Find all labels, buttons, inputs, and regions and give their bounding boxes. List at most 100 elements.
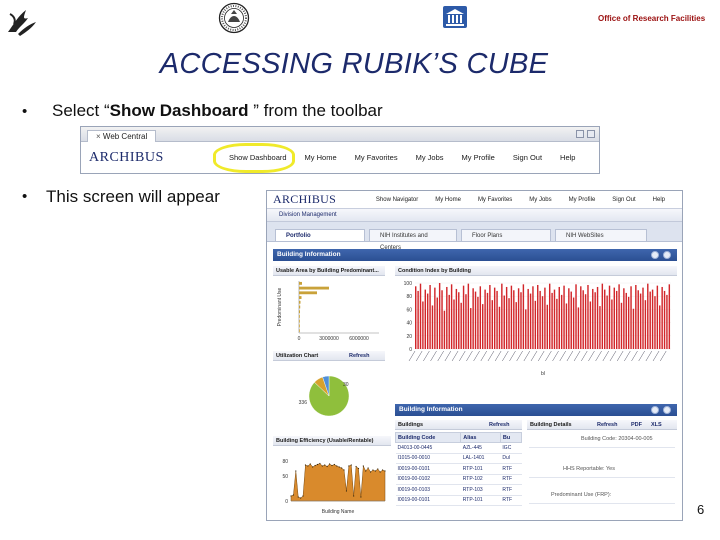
bar-condition-index <box>532 286 534 349</box>
collapse-icon[interactable] <box>663 406 671 414</box>
y-tick-label: 0 <box>285 499 288 505</box>
utilization-chart-title: Utilization Chart <box>276 353 319 359</box>
bullet-marker: • <box>22 103 28 120</box>
utilization-pie-svg: 336 30 <box>299 375 350 417</box>
bar-condition-index <box>479 286 482 349</box>
efficiency-point <box>348 465 350 467</box>
cell-alias: RTP-103 <box>460 484 501 496</box>
cell-building-code[interactable]: I1015-00-0010 <box>395 453 461 464</box>
efficiency-point <box>381 469 384 471</box>
dashboard-brand: ARCHIBUS <box>273 192 337 206</box>
close-icon[interactable] <box>587 130 595 138</box>
toolbar-my-jobs[interactable]: My Jobs <box>416 153 444 162</box>
bar-condition-index <box>654 296 656 349</box>
bar-usable-area <box>299 324 300 328</box>
toolbar-help[interactable]: Help <box>560 153 575 162</box>
x-tick-mark <box>616 350 624 362</box>
efficiency-point <box>341 467 343 469</box>
cell-building-code[interactable]: I0019-00-0101 <box>395 463 461 475</box>
bar-condition-index <box>481 304 484 349</box>
help-icon[interactable] <box>651 406 659 414</box>
bar-condition-index <box>649 291 651 349</box>
efficiency-point <box>304 464 307 466</box>
dashboard-tabs: Portfolio NIH Institutes and Centers Flo… <box>267 222 682 251</box>
col-bu[interactable]: Bu <box>499 432 523 443</box>
dashboard-my-home[interactable]: My Home <box>435 197 461 203</box>
table-row[interactable]: I0019-00-0101 RTP-101 RTF <box>395 495 522 506</box>
bar-condition-index <box>458 292 460 349</box>
efficiency-point <box>384 470 386 472</box>
toolbar-sign-out[interactable]: Sign Out <box>513 153 542 162</box>
bar-condition-index <box>436 297 438 349</box>
efficiency-point <box>307 465 309 467</box>
collapse-icon[interactable] <box>663 251 671 259</box>
bar-usable-area <box>299 315 300 318</box>
dashboard-my-favorites[interactable]: My Favorites <box>478 197 512 203</box>
toolbar-my-home[interactable]: My Home <box>305 153 337 162</box>
bar-condition-index <box>618 284 620 349</box>
table-row[interactable]: I0019-00-0101 RTP-101 RTF <box>395 463 522 475</box>
office-of-research-facilities-logo: Office of Research Facilities <box>594 6 705 30</box>
bar-condition-index <box>544 287 546 349</box>
bar-condition-index <box>630 286 632 349</box>
bar-usable-area <box>299 291 317 295</box>
bar-condition-index <box>551 292 553 349</box>
browser-tab-close-icon[interactable]: × <box>96 132 101 141</box>
tab-nih-websites[interactable]: NIH WebSites <box>555 229 647 241</box>
table-row[interactable]: I1015-00-0010 LAL-1401 Dul <box>395 453 522 464</box>
hhs-eagle-logo <box>4 6 40 38</box>
buildings-refresh-link[interactable]: Refresh <box>489 422 509 428</box>
bar-condition-index <box>599 306 601 349</box>
browser-tab[interactable]: × Web Central <box>87 129 157 142</box>
bar-condition-index <box>666 294 668 349</box>
cell-building-code[interactable]: I0019-00-0102 <box>395 474 461 485</box>
detail-hhs-value: Yes <box>606 466 615 472</box>
show-dashboard-highlight-ring <box>213 143 295 173</box>
bar-condition-index <box>620 302 623 349</box>
y-tick-label: 80 <box>406 294 412 300</box>
bar-condition-index <box>568 288 570 349</box>
bar-condition-index <box>577 307 580 349</box>
buildings-list-title: Buildings <box>398 422 424 428</box>
dashboard-show-navigator[interactable]: Show Navigator <box>376 197 418 203</box>
minimize-icon[interactable] <box>576 130 584 138</box>
bar-condition-index <box>659 305 661 349</box>
help-icon[interactable] <box>651 251 659 259</box>
dashboard-my-jobs[interactable]: My Jobs <box>529 197 551 203</box>
division-management-tab[interactable]: Division Management <box>275 210 341 221</box>
y-axis-label: Predominant Use <box>277 287 283 326</box>
table-row[interactable]: I0019-00-0102 RTP-102 RTF <box>395 474 522 485</box>
tab-nih-institutes[interactable]: NIH Institutes and Centers <box>369 229 457 251</box>
cell-building-code[interactable]: I0019-00-0103 <box>395 484 461 496</box>
utilization-refresh-link[interactable]: Refresh <box>349 353 369 359</box>
detail-hhs-reportable: HHS Reportable: Yes <box>563 466 615 472</box>
bar-condition-index <box>498 306 501 349</box>
details-pdf-link[interactable]: PDF <box>631 422 642 428</box>
tab-floor-plans[interactable]: Floor Plans <box>461 229 551 241</box>
bar-condition-index <box>484 289 486 349</box>
dashboard-help[interactable]: Help <box>653 197 665 203</box>
col-building-code[interactable]: Building Code <box>394 432 462 443</box>
table-row[interactable]: D4013-00-0445 AZL-445 IGC <box>395 442 522 454</box>
details-xls-link[interactable]: XLS <box>651 422 662 428</box>
dashboard-sign-out[interactable]: Sign Out <box>612 197 635 203</box>
details-refresh-link[interactable]: Refresh <box>597 422 617 428</box>
x-tick-mark <box>487 350 495 362</box>
efficiency-point <box>357 467 360 470</box>
cell-building-code[interactable]: I0019-00-0101 <box>395 495 461 506</box>
toolbar-my-profile[interactable]: My Profile <box>462 153 495 162</box>
bar-condition-index <box>486 292 489 349</box>
dashboard-my-profile[interactable]: My Profile <box>569 197 596 203</box>
bullet-screen-will-appear: This screen will appear <box>46 187 220 206</box>
bar-condition-index <box>529 293 532 349</box>
tab-portfolio[interactable]: Portfolio <box>275 229 365 241</box>
efficiency-point <box>350 464 352 466</box>
col-alias[interactable]: Alias <box>460 432 501 443</box>
dashboard-screenshot: ARCHIBUS Show Navigator My Home My Favor… <box>266 190 683 521</box>
bar-condition-index <box>534 300 537 349</box>
pie-label: 30 <box>343 382 349 388</box>
toolbar-my-favorites[interactable]: My Favorites <box>355 153 398 162</box>
table-row[interactable]: I0019-00-0103 RTP-103 RTF <box>395 484 522 496</box>
x-axis-label: bl <box>541 371 545 377</box>
cell-building-code[interactable]: D4013-00-0445 <box>395 442 461 454</box>
